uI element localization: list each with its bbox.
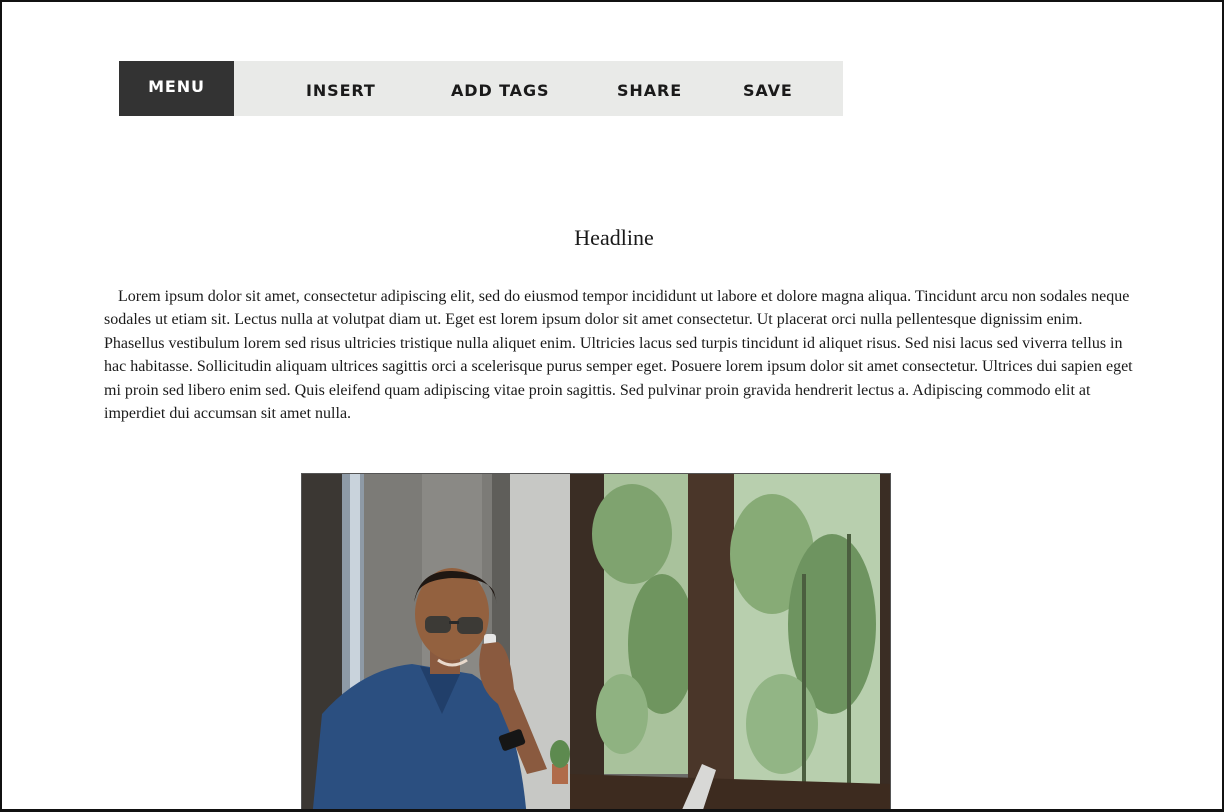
editor-page: MENU INSERT ADD TAGS SHARE SAVE Headline… [0, 0, 1224, 812]
insert-button[interactable]: INSERT [306, 61, 376, 116]
article-headline[interactable]: Headline [2, 225, 1222, 251]
share-button[interactable]: SHARE [617, 61, 682, 116]
add-tags-button[interactable]: ADD TAGS [451, 61, 549, 116]
save-button[interactable]: SAVE [743, 61, 793, 116]
article-body[interactable]: Lorem ipsum dolor sit amet, consectetur … [104, 285, 1136, 425]
menu-button[interactable]: MENU [119, 61, 234, 116]
man-on-phone-image [302, 474, 890, 809]
article-image[interactable] [301, 473, 891, 809]
toolbar: MENU INSERT ADD TAGS SHARE SAVE [119, 61, 843, 116]
